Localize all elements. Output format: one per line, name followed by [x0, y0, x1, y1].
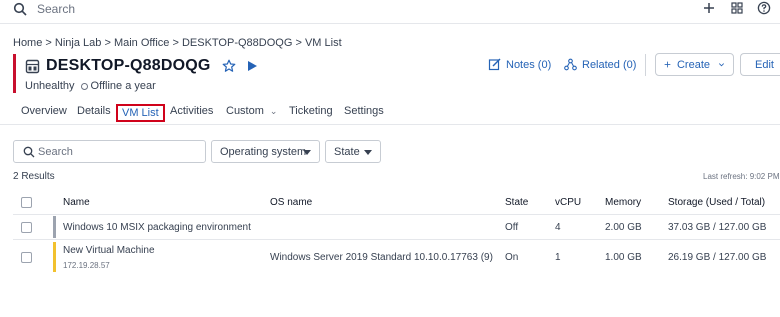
header-divider [645, 54, 646, 76]
column-header-vcpu[interactable]: vCPU [555, 197, 581, 208]
results-count: 2 Results [13, 171, 55, 182]
breadcrumb-current: VM List [304, 37, 342, 49]
caret-down-icon [364, 150, 372, 155]
breadcrumb-separator: > [172, 37, 179, 49]
breadcrumb-separator: > [45, 37, 52, 49]
breadcrumb-separator: > [104, 37, 111, 49]
health-status: Unhealthy [25, 80, 75, 92]
vm-search-field[interactable] [13, 140, 206, 163]
tab-settings[interactable]: Settings [344, 105, 384, 117]
global-search-input[interactable]: Search [37, 2, 75, 16]
device-title-row: DESKTOP-Q88DOQG [25, 56, 258, 76]
breadcrumb-separator: > [295, 37, 302, 49]
row-status-indicator [53, 242, 56, 272]
grid-icon[interactable] [730, 1, 744, 15]
plus-icon [664, 61, 671, 68]
vm-memory: 2.00 GB [605, 222, 642, 233]
notes-label: Notes (0) [506, 58, 552, 71]
chevron-down-icon [718, 63, 725, 67]
tab-activities[interactable]: Activities [170, 105, 213, 117]
breadcrumb-device[interactable]: DESKTOP-Q88DOQG [182, 37, 292, 49]
row-divider [13, 239, 780, 240]
column-header-state[interactable]: State [505, 197, 528, 208]
column-header-memory[interactable]: Memory [605, 197, 641, 208]
vm-search-input[interactable] [38, 143, 198, 160]
breadcrumb-ninja-lab[interactable]: Ninja Lab [55, 37, 101, 49]
chevron-down-icon: ⌄ [269, 106, 278, 116]
tab-bar: Overview Details VM List Activities Cust… [0, 101, 780, 125]
device-status-line: Unhealthy Offline a year [25, 80, 156, 92]
vm-state: Off [505, 222, 519, 233]
top-bar: Search [0, 0, 780, 24]
notes-link[interactable]: Notes (0) [488, 58, 551, 71]
vm-os-name: Windows Server 2019 Standard 10.10.0.177… [270, 252, 493, 263]
vm-state: On [505, 252, 519, 263]
caret-down-icon [303, 150, 311, 155]
play-icon[interactable] [246, 60, 258, 72]
tab-details[interactable]: Details [77, 105, 111, 117]
help-icon[interactable] [757, 1, 771, 15]
edit-label: Edit [755, 58, 774, 71]
select-all-checkbox[interactable] [21, 197, 32, 208]
os-filter-dropdown[interactable]: Operating system [211, 140, 320, 163]
tab-overview[interactable]: Overview [21, 105, 67, 117]
edit-button[interactable]: Edit [740, 53, 780, 76]
plus-icon[interactable] [702, 1, 716, 15]
tab-vm-list[interactable]: VM List [116, 104, 165, 122]
row-checkbox[interactable] [21, 222, 32, 233]
column-header-os-name[interactable]: OS name [270, 197, 312, 208]
vm-vcpu: 1 [555, 252, 561, 263]
column-header-name[interactable]: Name [63, 197, 90, 208]
tab-custom-label: Custom [226, 105, 264, 117]
health-accent-bar [13, 54, 16, 93]
row-divider [13, 214, 780, 215]
vm-name[interactable]: New Virtual Machine [63, 245, 155, 256]
create-button[interactable]: Create [655, 53, 734, 76]
breadcrumb-main-office[interactable]: Main Office [114, 37, 169, 49]
offline-dot-icon [80, 82, 88, 90]
last-refresh: Last refresh: 9:02 PM [703, 172, 780, 181]
vm-storage: 26.19 GB / 127.00 GB [668, 252, 767, 263]
state-filter-label: State [334, 145, 360, 158]
page-title: DESKTOP-Q88DOQG [46, 57, 211, 74]
tab-custom[interactable]: Custom ⌄ [226, 105, 277, 117]
vm-ip-address: 172.19.28.57 [63, 261, 110, 270]
related-icon [564, 58, 577, 71]
os-filter-label: Operating system [220, 145, 307, 158]
search-icon[interactable] [13, 2, 27, 16]
vm-vcpu: 4 [555, 222, 561, 233]
notes-icon [488, 58, 501, 71]
row-checkbox[interactable] [21, 252, 32, 263]
related-label: Related (0) [582, 58, 637, 71]
star-icon[interactable] [222, 59, 236, 73]
state-filter-dropdown[interactable]: State [325, 140, 381, 163]
device-icon [25, 59, 40, 73]
create-label: Create [676, 58, 711, 71]
breadcrumb-home[interactable]: Home [13, 37, 42, 49]
vm-memory: 1.00 GB [605, 252, 642, 263]
tab-ticketing[interactable]: Ticketing [289, 105, 333, 117]
vm-storage: 37.03 GB / 127.00 GB [668, 222, 767, 233]
vm-name[interactable]: Windows 10 MSIX packaging environment [63, 222, 251, 233]
row-status-indicator [53, 216, 56, 238]
breadcrumb: Home > Ninja Lab > Main Office > DESKTOP… [13, 37, 342, 49]
offline-status: Offline a year [90, 80, 156, 92]
search-icon [23, 146, 35, 158]
column-header-storage[interactable]: Storage (Used / Total) [668, 197, 765, 208]
related-link[interactable]: Related (0) [564, 58, 636, 71]
